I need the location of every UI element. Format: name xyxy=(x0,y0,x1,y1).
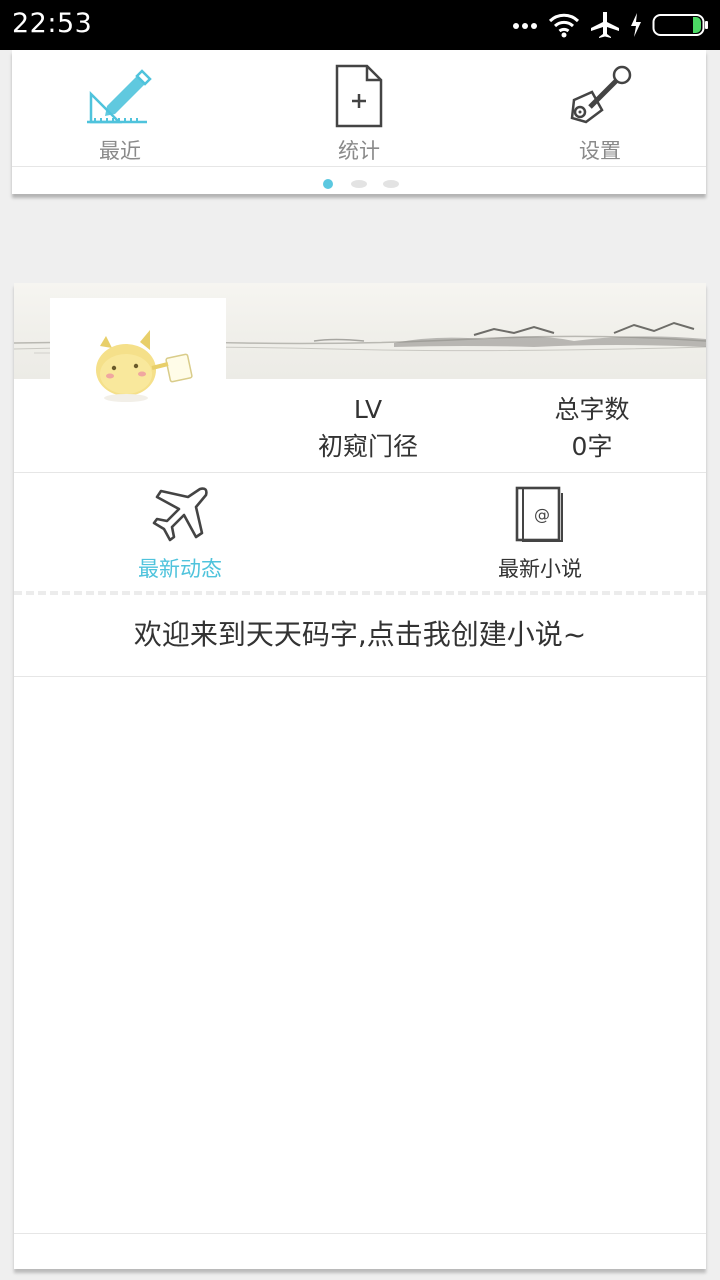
tab-latest-novels[interactable]: @ 最新小说 xyxy=(420,481,660,581)
menu-item-label: 统计 xyxy=(338,139,380,163)
tab-latest-news[interactable]: 最新动态 xyxy=(60,481,300,581)
avatar[interactable] xyxy=(50,298,226,473)
page-dot xyxy=(351,180,367,188)
create-novel-prompt[interactable]: 欢迎来到天天码字,点击我创建小说~ xyxy=(14,613,706,653)
document-plus-icon xyxy=(333,64,385,134)
word-count-value: 0字 xyxy=(571,432,613,461)
status-icons xyxy=(512,9,710,41)
wrench-icon xyxy=(566,64,634,132)
content-divider xyxy=(14,676,706,677)
battery-icon xyxy=(652,12,710,38)
footer-divider xyxy=(14,1233,706,1234)
level-label: LV xyxy=(353,395,383,424)
book-at-icon: @ xyxy=(514,485,566,547)
menu-item-label: 设置 xyxy=(579,139,621,163)
word-count-label: 总字数 xyxy=(554,395,630,424)
stats-divider xyxy=(14,472,706,473)
page-indicator xyxy=(12,178,706,190)
level-stat: LV 初窥门径 xyxy=(304,391,432,465)
word-count-stat: 总字数 0字 xyxy=(534,391,650,465)
airplane-icon xyxy=(150,485,210,547)
tab-label: 最新小说 xyxy=(498,557,582,581)
svg-text:@: @ xyxy=(534,505,550,524)
status-time: 22:53 xyxy=(12,8,93,39)
menu-item-label: 最近 xyxy=(99,139,141,163)
status-bar: 22:53 xyxy=(0,0,720,50)
ruler-pencil-icon xyxy=(85,64,155,132)
pikachu-avatar-image xyxy=(96,330,193,402)
top-menu-card: 最近 统计 设置 xyxy=(12,50,706,194)
dashed-separator xyxy=(14,591,706,595)
airplane-mode-icon xyxy=(590,11,620,39)
menu-item-stats[interactable]: 统计 xyxy=(259,50,459,166)
page-dot xyxy=(383,180,399,188)
more-dots-icon xyxy=(512,20,538,30)
menu-item-recent[interactable]: 最近 xyxy=(20,50,220,166)
wifi-icon xyxy=(548,12,580,38)
menu-item-settings[interactable]: 设置 xyxy=(500,50,700,166)
profile-card: LV 初窥门径 总字数 0字 最新动态 @ 最新小说 欢迎来到天天码字,点击我创… xyxy=(14,283,706,1269)
menu-divider xyxy=(12,166,706,167)
page-dot-active xyxy=(323,179,333,189)
level-title: 初窥门径 xyxy=(317,432,418,461)
tab-label: 最新动态 xyxy=(138,557,222,581)
charging-icon xyxy=(630,13,642,37)
